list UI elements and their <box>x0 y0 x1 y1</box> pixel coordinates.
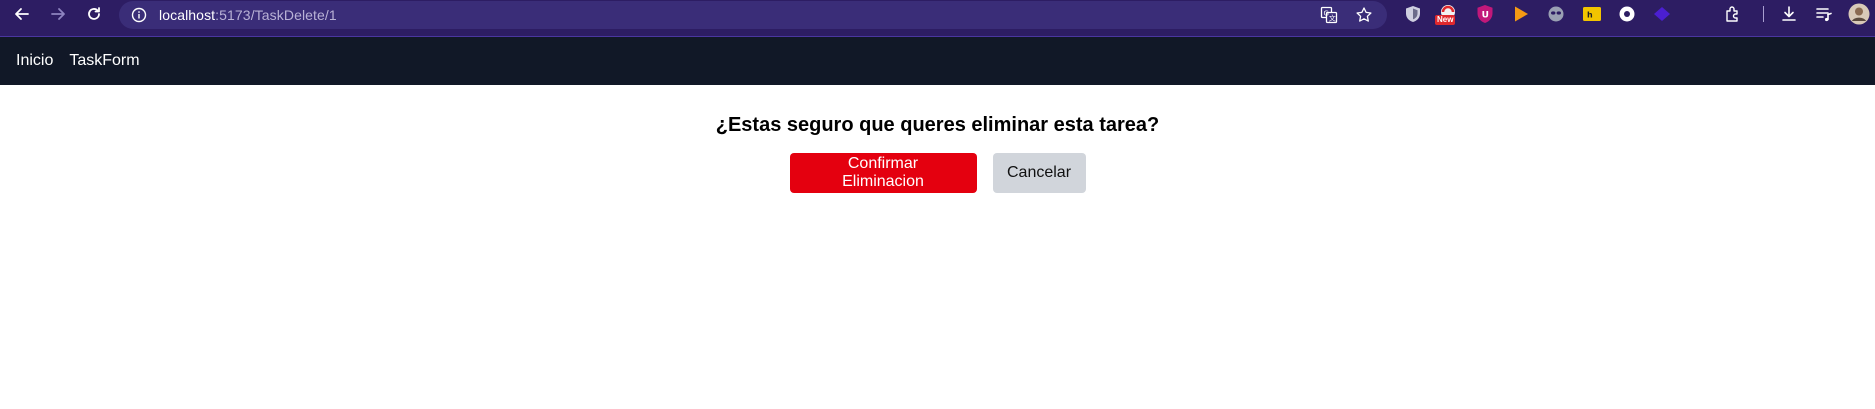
back-button[interactable] <box>8 0 36 28</box>
new-badge: New <box>1435 15 1456 25</box>
app-navbar: Inicio TaskForm <box>0 37 1875 85</box>
forward-button[interactable] <box>44 0 72 28</box>
info-icon[interactable] <box>131 7 147 23</box>
url-path: :5173/TaskDelete/1 <box>215 7 337 23</box>
nav-link-inicio[interactable]: Inicio <box>16 52 53 70</box>
svg-text:U: U <box>1482 11 1489 21</box>
svg-text:h: h <box>1587 11 1593 20</box>
play-extension-icon[interactable] <box>1510 3 1532 25</box>
svg-text:文: 文 <box>1329 14 1336 23</box>
delete-confirmation: ¿Estas seguro que queres eliminar esta t… <box>0 85 1875 193</box>
nav-link-taskform[interactable]: TaskForm <box>69 52 139 70</box>
ublock-extension-icon[interactable]: U <box>1474 3 1496 25</box>
reload-icon <box>88 7 100 20</box>
button-row: Confirmar Eliminacion Cancelar <box>789 153 1086 193</box>
shield-extension-icon[interactable] <box>1402 3 1424 25</box>
new-extension-icon[interactable]: New <box>1435 3 1459 25</box>
diamond-extension-icon[interactable] <box>1651 3 1673 25</box>
page-title: ¿Estas seguro que queres eliminar esta t… <box>715 114 1160 136</box>
media-queue-icon[interactable] <box>1813 3 1835 25</box>
star-icon[interactable] <box>1354 5 1374 25</box>
browser-toolbar: localhost:5173/TaskDelete/1 G 文 New U h <box>0 0 1875 37</box>
confirm-delete-button[interactable]: Confirmar Eliminacion <box>789 153 977 193</box>
mask-extension-icon[interactable] <box>1545 3 1567 25</box>
toolbar-separator <box>1763 6 1764 22</box>
moon-extension-icon[interactable] <box>1686 3 1708 25</box>
circle-extension-icon[interactable] <box>1616 3 1638 25</box>
arrow-right-icon <box>51 8 65 20</box>
translate-icon[interactable]: G 文 <box>1319 5 1339 25</box>
cancel-button[interactable]: Cancelar <box>992 153 1086 193</box>
url-host: localhost <box>159 7 216 23</box>
yellow-extension-icon[interactable]: h <box>1581 3 1603 25</box>
avatar[interactable] <box>1848 3 1870 25</box>
reload-button[interactable] <box>80 0 108 28</box>
arrow-left-icon <box>15 8 29 20</box>
address-bar[interactable]: localhost:5173/TaskDelete/1 G 文 <box>119 1 1387 29</box>
puzzle-icon[interactable] <box>1722 3 1744 25</box>
download-icon[interactable] <box>1778 3 1800 25</box>
